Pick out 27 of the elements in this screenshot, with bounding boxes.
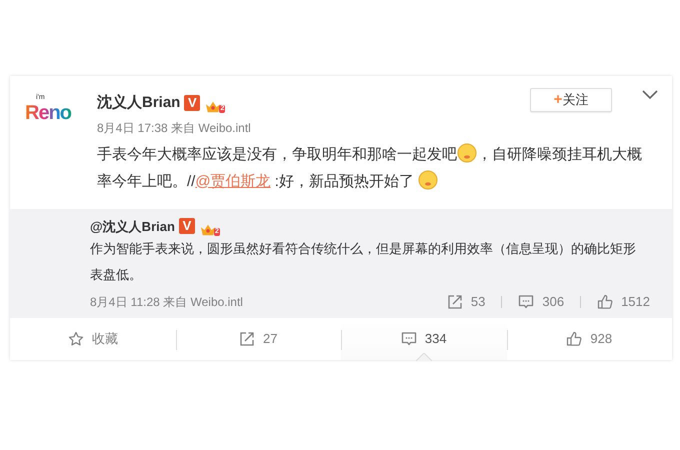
post-meta: 8月4日 17:38 来自 Weibo.intl [97, 120, 252, 136]
like-button[interactable]: 928 [506, 318, 672, 360]
emoji-icon [457, 142, 477, 162]
emoji-icon [418, 170, 438, 190]
follow-button[interactable]: +关注 [530, 88, 612, 112]
comment-stat[interactable]: 306 [518, 292, 564, 312]
chevron-down-icon[interactable] [642, 90, 658, 100]
share-icon [446, 294, 463, 310]
comment-icon [400, 330, 417, 346]
thumbs-up-icon [566, 330, 582, 346]
post-text: 手表今年大概率应该是没有，争取明年和那啥一起发吧 ，自研降噪颈挂耳机大概率今年上吧。//@贾伯斯龙 :好，新品预热开始了 [97, 140, 645, 194]
repost-author-link[interactable]: @沈义人Brian [90, 216, 175, 236]
thumbs-up-icon [597, 294, 614, 310]
comment-icon [518, 294, 534, 310]
like-stat[interactable]: 1512 [597, 292, 650, 312]
repost-text: 作为智能手表来说，圆形虽然好看符合传统什么，但是屏幕的利用效率（信息呈现）的确比矩形表盘低。 [90, 240, 637, 284]
star-icon [68, 330, 84, 346]
mention-link[interactable]: @贾伯斯龙 [195, 172, 271, 190]
share-icon [239, 330, 256, 346]
share-stat[interactable]: 53 [446, 292, 486, 312]
verified-badge: V [178, 218, 195, 234]
selection-caret-icon [416, 352, 432, 360]
repost-meta: 8月4日 11:28 来自 Weibo.intl [90, 294, 243, 311]
share-button[interactable]: 27 [176, 318, 341, 360]
verified-badge: V [184, 95, 200, 112]
author-name[interactable]: 沈义人Brian [97, 92, 180, 114]
favorite-button[interactable]: 收藏 [10, 318, 176, 360]
